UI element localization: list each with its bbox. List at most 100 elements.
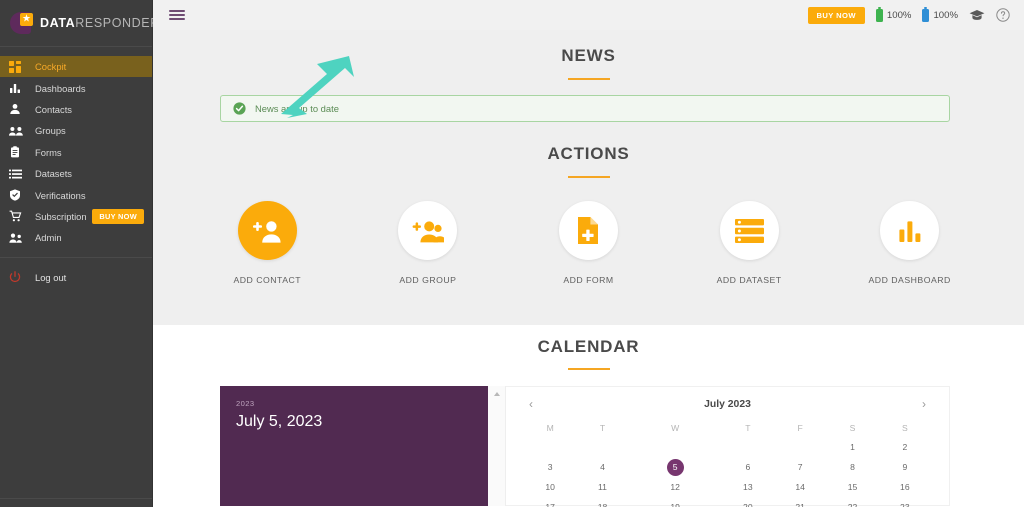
- hamburger-menu-icon[interactable]: [169, 10, 185, 20]
- calendar-body: 2023 July 5, 2023 ‹ July 2023 › M T W T …: [220, 386, 950, 507]
- sidebar-item-admin[interactable]: Admin: [0, 227, 152, 248]
- calendar-day-cell[interactable]: 2: [879, 437, 931, 457]
- calendar-day-cell[interactable]: 19: [629, 497, 722, 507]
- logo-mark-icon: ★: [9, 11, 33, 35]
- buy-now-button[interactable]: BUY NOW: [807, 6, 865, 24]
- chevron-right-icon[interactable]: ›: [917, 397, 931, 411]
- calendar-day-cell[interactable]: 11: [576, 477, 628, 497]
- action-add-dashboard[interactable]: ADD DASHBOARD: [845, 201, 975, 285]
- sidebar-item-dashboards[interactable]: Dashboards: [0, 77, 152, 98]
- news-heading: NEWS: [561, 46, 616, 65]
- calendar-day-cell[interactable]: 18: [576, 497, 628, 507]
- add-person-icon: [237, 201, 297, 260]
- calendar-scroll-up[interactable]: [488, 386, 506, 506]
- calendar-day-cell[interactable]: 8: [826, 457, 878, 477]
- calendar-day-cell[interactable]: 1: [826, 437, 878, 457]
- calendar-card: ‹ July 2023 › M T W T F S S 1 2 3 4 5 6 …: [506, 386, 950, 507]
- bar-chart-icon: [880, 201, 940, 260]
- weekday-header: S: [901, 423, 908, 433]
- calendar-day-cell[interactable]: 10: [524, 477, 576, 497]
- calendar-day-cell[interactable]: 22: [826, 497, 878, 507]
- action-label: ADD DATASET: [716, 275, 782, 285]
- subscription-buy-now-badge[interactable]: BUY NOW: [92, 208, 144, 224]
- calendar-day-cell[interactable]: 6: [722, 457, 774, 477]
- chevron-up-icon: [493, 392, 500, 396]
- action-label: ADD CONTACT: [233, 275, 302, 285]
- brand-logo[interactable]: ★ DATARESPONDER: [0, 0, 159, 47]
- calendar-day-cell[interactable]: 15: [826, 477, 878, 497]
- calendar-day-cell[interactable]: 13: [722, 477, 774, 497]
- calendar-week-row: 12: [524, 437, 931, 457]
- calendar-day-cell[interactable]: 23: [879, 497, 931, 507]
- weekday-header: F: [797, 423, 803, 433]
- calendar-day-cell[interactable]: 21: [774, 497, 826, 507]
- action-label: ADD GROUP: [399, 275, 457, 285]
- calendar-day-cell[interactable]: 9: [879, 457, 931, 477]
- calendar-day-cell[interactable]: 4: [576, 457, 628, 477]
- graduation-cap-icon[interactable]: [969, 9, 985, 22]
- news-heading-rule: [567, 78, 610, 80]
- credit-meter-blue[interactable]: 100%: [922, 6, 958, 22]
- calendar-day-cell[interactable]: 14: [774, 477, 826, 497]
- calendar-day-cell[interactable]: 3: [524, 457, 576, 477]
- news-status-text: News are up to date: [255, 103, 339, 114]
- calendar-day-empty: [576, 437, 628, 457]
- calendar-day-cell[interactable]: 17: [524, 497, 576, 507]
- sidebar-item-label: Admin: [35, 232, 62, 244]
- action-add-form[interactable]: ADD FORM: [523, 201, 653, 285]
- calendar-day-cell[interactable]: 20: [722, 497, 774, 507]
- selected-date-text: July 5, 2023: [236, 413, 323, 430]
- brand-name: DATARESPONDER: [40, 16, 160, 30]
- clipboard-icon: [9, 146, 31, 158]
- sidebar-item-label: Log out: [35, 271, 67, 283]
- credit-meter-green[interactable]: 100%: [875, 6, 911, 22]
- sidebar-item-subscription[interactable]: Subscription BUY NOW: [0, 206, 152, 227]
- weekday-header: W: [671, 423, 680, 433]
- sidebar-item-label: Datasets: [35, 168, 72, 180]
- calendar-day-cell[interactable]: 16: [879, 477, 931, 497]
- selected-date-year: 2023: [236, 399, 255, 408]
- weekday-header: S: [849, 423, 856, 433]
- check-circle-icon: [233, 102, 246, 115]
- calendar-day-empty: [722, 437, 774, 457]
- top-bar: BUY NOW 100% 100%: [153, 0, 1024, 30]
- action-add-contact[interactable]: ADD CONTACT: [202, 201, 332, 285]
- calendar-day-cell[interactable]: 5: [629, 457, 722, 477]
- calendar-header: ‹ July 2023 ›: [524, 397, 931, 411]
- bar-chart-icon: [9, 82, 31, 94]
- app-root: ★ DATARESPONDER Cockpit Dashboards Conta…: [0, 0, 1024, 507]
- credit-meter-blue-value: 100%: [933, 9, 958, 21]
- list-rows-icon: [9, 168, 31, 180]
- dataset-rows-icon: [719, 201, 779, 260]
- action-label: ADD FORM: [563, 275, 614, 285]
- calendar-day-cell[interactable]: 7: [774, 457, 826, 477]
- actions-heading-rule: [567, 176, 610, 178]
- battery-blue-icon: [922, 6, 930, 22]
- action-add-dataset[interactable]: ADD DATASET: [684, 201, 814, 285]
- weekday-header: T: [599, 423, 606, 433]
- chevron-left-icon[interactable]: ‹: [524, 397, 538, 411]
- action-add-group[interactable]: ADD GROUP: [363, 201, 493, 285]
- main-content: BUY NOW 100% 100% NEWS News are up to da…: [153, 0, 1024, 507]
- sidebar-item-contacts[interactable]: Contacts: [0, 99, 152, 120]
- calendar-day-cell[interactable]: 12: [629, 477, 722, 497]
- sidebar-footer-divider: [0, 498, 152, 499]
- sidebar-item-verifications[interactable]: Verifications: [0, 184, 152, 205]
- sidebar-item-label: Verifications: [35, 189, 86, 201]
- weekday-header: M: [546, 423, 554, 433]
- brand-name-light: RESPONDER: [75, 16, 160, 30]
- calendar-week-row: 34 5 6789: [524, 457, 931, 477]
- logo-star-badge-icon: ★: [20, 13, 33, 26]
- calendar-week-row: 17 18 19 20 21 22 23: [524, 497, 931, 507]
- sidebar-item-label: Cockpit: [35, 61, 67, 73]
- calendar-day-empty: [524, 437, 576, 457]
- sidebar-item-groups[interactable]: Groups: [0, 120, 152, 141]
- sidebar-item-datasets[interactable]: Datasets: [0, 163, 152, 184]
- calendar-week-row: 10 11 12 13 14 15 16: [524, 477, 931, 497]
- person-icon: [9, 103, 31, 115]
- sidebar-item-logout[interactable]: Log out: [0, 267, 152, 288]
- help-circle-icon[interactable]: [996, 8, 1010, 22]
- sidebar-item-forms[interactable]: Forms: [0, 142, 152, 163]
- sidebar-item-cockpit[interactable]: Cockpit: [0, 56, 152, 78]
- calendar-day-empty: [774, 437, 826, 457]
